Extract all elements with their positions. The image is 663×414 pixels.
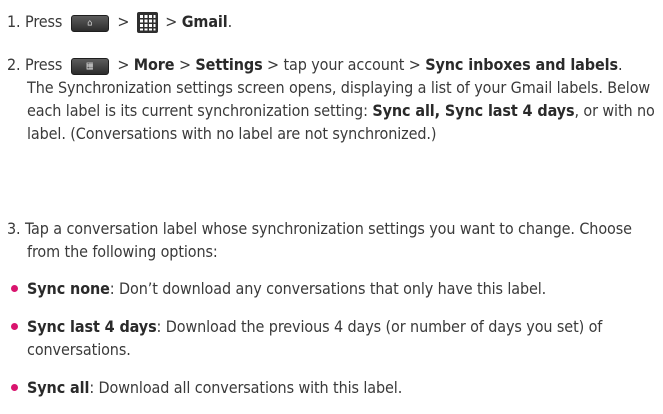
menu-key-icon: ▦ <box>70 58 109 75</box>
home-key-icon: ⌂ <box>70 15 109 32</box>
list-item: Sync none: Don’t download any conversati… <box>7 277 657 300</box>
step-3-text: 3. Tap a conversation label whose synchr… <box>7 217 657 263</box>
option-desc: : Download all conversations with this l… <box>89 378 403 397</box>
option-desc: : Don’t download any conversations that … <box>109 279 547 298</box>
step-3-number: 3. <box>7 219 21 238</box>
step-1-target: Gmail <box>181 12 228 31</box>
step-3-body: Tap a conversation label whose synchroni… <box>25 219 632 261</box>
step-1-sep-2: > <box>165 12 178 31</box>
step-1-end: . <box>227 12 233 31</box>
step-2-number: 2. <box>7 55 21 74</box>
step-1: 1. Press ⌂ > > Gmail. <box>7 10 657 33</box>
list-item: Sync all: Download all conversations wit… <box>7 376 657 399</box>
step-2-sep-1: > <box>117 55 130 74</box>
bullet-icon <box>11 285 18 292</box>
option-term: Sync none <box>27 279 110 298</box>
apps-grid-icon <box>136 12 158 33</box>
step-2-more: More <box>133 55 175 74</box>
step-1-sep-1: > <box>117 12 130 31</box>
sync-options-list: Sync none: Don’t download any conversati… <box>7 277 657 399</box>
step-2-sep-3: > tap your account > <box>267 55 421 74</box>
list-item: Sync last 4 days: Download the previous … <box>7 315 657 361</box>
option-term: Sync all <box>27 378 90 397</box>
step-2: 2. Press ▦ > More > Settings > tap your … <box>7 53 657 145</box>
step-2-sep-2: > <box>178 55 191 74</box>
option-term: Sync last 4 days <box>27 317 157 336</box>
step-2-press: Press <box>25 55 63 74</box>
step-2-sync-all: Sync all, Sync last 4 days <box>372 101 575 120</box>
step-3: 3. Tap a conversation label whose synchr… <box>7 217 657 414</box>
bullet-icon <box>11 323 18 330</box>
step-2-paragraph: The Synchronization settings screen open… <box>7 76 657 145</box>
step-2-settings: Settings <box>195 55 263 74</box>
step-1-number: 1. <box>7 12 21 31</box>
step-2-sync-inboxes: Sync inboxes and labels <box>425 55 618 74</box>
step-1-press: Press <box>25 12 63 31</box>
step-2-end: . <box>617 55 623 74</box>
instruction-page: 1. Press ⌂ > > Gmail. 2. Press ▦ > More … <box>0 0 663 397</box>
bullet-icon <box>11 384 18 391</box>
